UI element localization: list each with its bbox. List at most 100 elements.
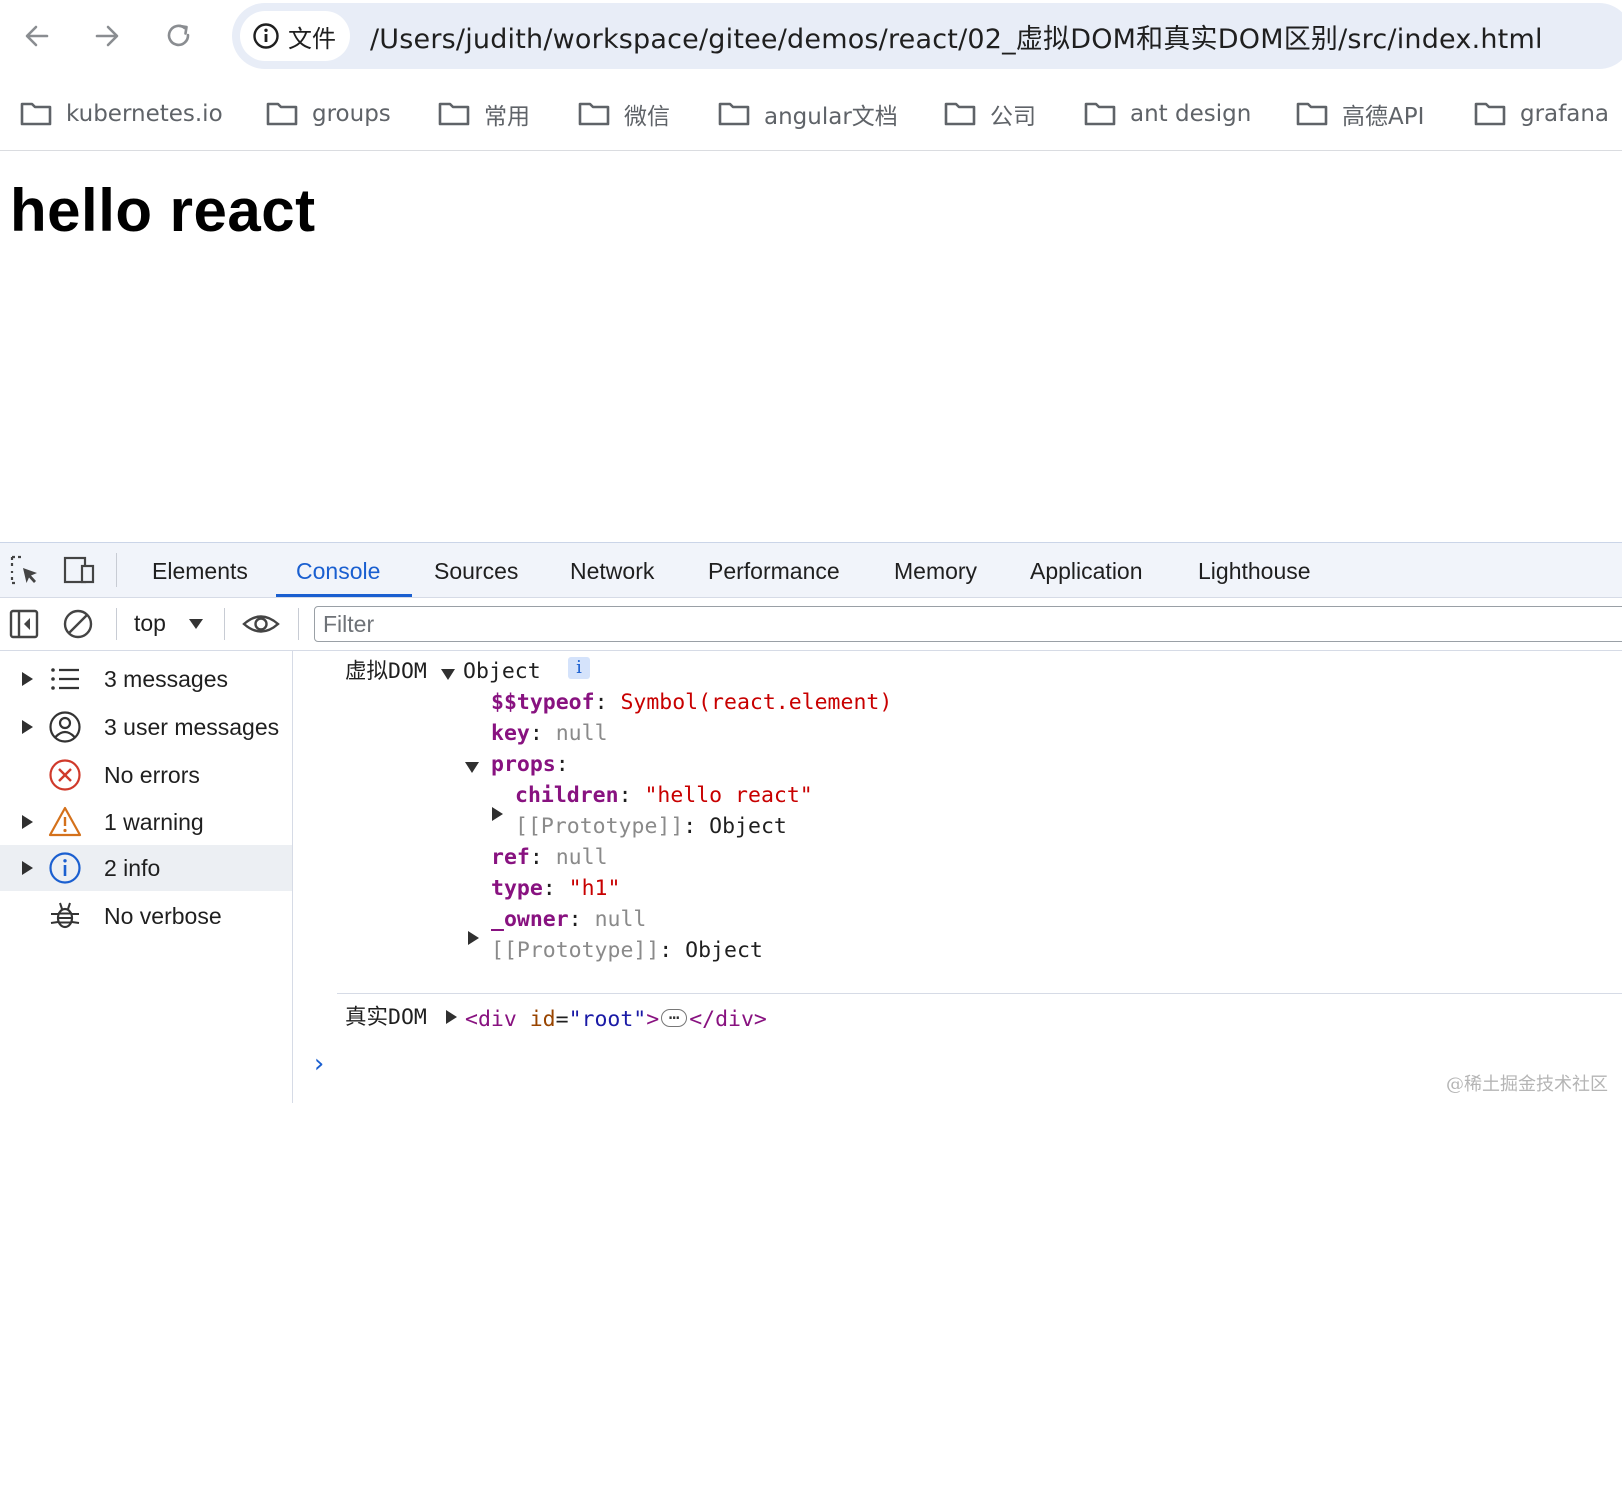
sidebar-item-errors[interactable]: No errors xyxy=(0,752,292,798)
collapse-arrow-icon[interactable] xyxy=(441,669,455,680)
expand-arrow-icon[interactable] xyxy=(22,720,33,734)
bookmark-label: groups xyxy=(312,101,391,127)
inspect-element-button[interactable] xyxy=(10,555,40,585)
attribute-name: id xyxy=(529,1007,556,1032)
property-key: children xyxy=(515,783,619,808)
property-value: null xyxy=(594,907,647,932)
clear-icon xyxy=(63,609,93,639)
collapse-arrow-icon[interactable] xyxy=(465,762,479,773)
reload-icon xyxy=(167,24,190,47)
expand-arrow-icon[interactable] xyxy=(446,1010,457,1024)
folder-icon xyxy=(578,102,610,126)
info-badge[interactable]: i xyxy=(568,657,590,679)
bookmark-angular-docs[interactable]: angular文档 xyxy=(718,94,898,134)
tab-console[interactable]: Console xyxy=(296,543,380,597)
bookmark-ant-design[interactable]: ant design xyxy=(1084,94,1251,134)
sidebar-item-warnings[interactable]: 1 warning xyxy=(0,799,292,845)
folder-icon xyxy=(266,102,298,126)
tab-application[interactable]: Application xyxy=(1030,543,1143,597)
property-typeof: $$typeof: Symbol(react.element) xyxy=(491,690,893,715)
expand-arrow-icon[interactable] xyxy=(492,807,503,821)
bookmark-amap-api[interactable]: 高德API xyxy=(1296,94,1424,134)
property-type: type: "h1" xyxy=(491,876,621,901)
list-icon xyxy=(51,668,79,690)
browser-toolbar: 文件 /Users/judith/workspace/gitee/demos/r… xyxy=(0,0,1622,74)
tag-open-end: > xyxy=(646,1007,660,1032)
tab-memory[interactable]: Memory xyxy=(894,543,977,597)
folder-icon xyxy=(1084,102,1116,126)
sidebar-item-label: No errors xyxy=(104,761,200,788)
bookmark-label: 高德API xyxy=(1342,104,1425,130)
sidebar-item-verbose[interactable]: No verbose xyxy=(0,893,292,939)
url-text[interactable]: /Users/judith/workspace/gitee/demos/reac… xyxy=(370,17,1543,56)
tab-network[interactable]: Network xyxy=(570,543,654,597)
site-info-label: 文件 xyxy=(288,24,336,53)
sidebar-item-label: 2 info xyxy=(104,854,161,881)
bookmark-kubernetes[interactable]: kubernetes.io xyxy=(20,94,223,134)
console-prompt[interactable]: › xyxy=(311,1049,327,1079)
sidebar-item-user-messages[interactable]: 3 user messages xyxy=(0,704,292,750)
bookmark-grafana[interactable]: grafana xyxy=(1474,94,1609,134)
bookmark-groups[interactable]: groups xyxy=(266,94,391,134)
dom-node-preview[interactable]: <div id="root">… </div> xyxy=(465,1005,767,1035)
devtools-tab-bar: Elements Console Sources Network Perform… xyxy=(0,543,1622,598)
message-separator xyxy=(337,993,1622,994)
bookmark-label: 公司 xyxy=(990,104,1036,130)
sidebar-item-info[interactable]: 2 info xyxy=(0,845,292,891)
show-sidebar-button[interactable] xyxy=(8,608,40,640)
bookmark-label: 常用 xyxy=(484,104,530,130)
bookmark-label: angular文档 xyxy=(764,104,898,130)
site-info-chip[interactable]: 文件 xyxy=(240,11,350,61)
tab-sources[interactable]: Sources xyxy=(434,543,518,597)
toolbar-divider xyxy=(224,608,225,640)
toolbar-divider xyxy=(298,608,299,640)
property-key: $$typeof xyxy=(491,690,595,715)
live-expression-button[interactable] xyxy=(242,608,280,640)
ellipsis-icon[interactable]: … xyxy=(661,1005,688,1027)
property-object-prototype[interactable]: [[Prototype]]: Object xyxy=(491,936,763,966)
info-icon xyxy=(49,852,81,884)
folder-icon xyxy=(1474,102,1506,126)
bookmark-common[interactable]: 常用 xyxy=(438,94,530,134)
console-output: 虚拟DOM Object i $$typeof: Symbol(react.el… xyxy=(293,651,1622,1103)
property-value: null xyxy=(555,845,608,870)
device-toolbar-button[interactable] xyxy=(62,555,96,585)
warning-icon xyxy=(48,806,82,837)
bookmark-label: grafana xyxy=(1520,101,1610,127)
object-summary[interactable]: Object xyxy=(463,657,541,687)
tab-lighthouse[interactable]: Lighthouse xyxy=(1198,543,1311,597)
property-owner: _owner: null xyxy=(491,907,647,932)
back-button[interactable] xyxy=(18,17,56,55)
folder-icon xyxy=(20,102,52,126)
console-message-label: 虚拟DOM xyxy=(345,659,427,684)
arrow-right-icon xyxy=(95,25,119,47)
bookmark-company[interactable]: 公司 xyxy=(944,94,1036,134)
property-key: [[Prototype]] xyxy=(491,938,660,963)
expand-arrow-icon[interactable] xyxy=(22,861,33,875)
property-key: ref xyxy=(491,845,530,870)
clear-console-button[interactable] xyxy=(62,608,94,640)
expand-arrow-icon[interactable] xyxy=(468,931,479,945)
bookmark-label: kubernetes.io xyxy=(66,101,223,127)
device-toggle-icon xyxy=(63,556,95,584)
property-props[interactable]: props: xyxy=(491,750,569,780)
toolbar-divider xyxy=(116,608,117,640)
property-key: props xyxy=(491,752,556,777)
property-props-prototype[interactable]: [[Prototype]]: Object xyxy=(515,812,787,842)
property-key-field: key: null xyxy=(491,721,608,746)
expand-arrow-icon[interactable] xyxy=(22,815,33,829)
expand-arrow-icon[interactable] xyxy=(22,672,33,686)
address-bar[interactable]: 文件 /Users/judith/workspace/gitee/demos/r… xyxy=(232,3,1622,69)
watermark: @稀土掘金技术社区 xyxy=(1446,1074,1608,1095)
bookmark-wechat[interactable]: 微信 xyxy=(578,94,670,134)
context-dropdown[interactable] xyxy=(188,618,204,630)
tab-performance[interactable]: Performance xyxy=(708,543,840,597)
active-tab-indicator xyxy=(276,594,412,597)
filter-input[interactable] xyxy=(314,606,1622,642)
context-selector[interactable]: top xyxy=(134,610,166,637)
tab-elements[interactable]: Elements xyxy=(152,543,248,597)
forward-button[interactable] xyxy=(88,17,126,55)
sidebar-item-messages[interactable]: 3 messages xyxy=(0,656,292,702)
reload-button[interactable] xyxy=(160,17,198,55)
tag-close: </div> xyxy=(689,1007,767,1032)
